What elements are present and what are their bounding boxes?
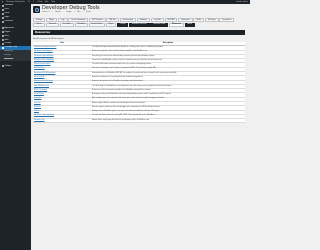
resources-table: Link Description WordPress Developer Res… xyxy=(33,42,245,124)
sidebar-item-label: Settings xyxy=(4,43,12,45)
tab-post-types[interactable]: Post Types xyxy=(204,18,219,22)
sidebar-subitem-label: Resources xyxy=(4,59,14,61)
code-icon xyxy=(1,46,4,49)
sidebar-collapse-menu[interactable]: Collapse xyxy=(0,64,31,68)
sidebar-collapse-label: Collapse xyxy=(4,65,12,67)
resource-link[interactable]: WordPress Trac xyxy=(33,118,91,124)
tab-functions-php[interactable]: Functions.php xyxy=(119,18,137,22)
tab-regex[interactable]: Regex xyxy=(105,22,117,27)
plugin-website-link[interactable]: Website xyxy=(55,12,61,13)
wrench-icon xyxy=(1,39,4,42)
tab-options[interactable]: Options xyxy=(33,22,45,27)
tab-plugins[interactable]: Plugins xyxy=(45,18,58,22)
tab-database[interactable]: Database xyxy=(136,18,150,22)
sidebar-item-label: Dashboard xyxy=(4,5,14,7)
plugin-version: Version 2.1 xyxy=(42,11,50,13)
tab-taxonomies[interactable]: Taxonomies xyxy=(219,18,235,22)
page-icon xyxy=(1,16,4,19)
pin-icon xyxy=(1,8,4,11)
table-row: WordPress Trac Browse tickets, report bug… xyxy=(33,118,245,124)
tab-rewrite-rules[interactable]: Rewrite Rules xyxy=(88,22,105,27)
tab-resources[interactable]: Resources xyxy=(169,22,184,27)
wordpress-logo-icon[interactable]: ◉ xyxy=(2,2,3,3)
tab-testing[interactable]: Testing xyxy=(117,22,129,27)
tab-wp-constants[interactable]: WP Constants xyxy=(89,18,106,22)
tab-cron-jobs[interactable]: Cron Jobs xyxy=(150,18,164,22)
plugin-meta-links: Version 2.1 | Website | Support | Rate |… xyxy=(42,11,91,13)
tab-settings[interactable]: Settings xyxy=(33,18,46,22)
tab-about[interactable]: About xyxy=(184,22,196,27)
plugin-icon xyxy=(1,31,4,34)
tab-php-info[interactable]: PHP Info xyxy=(106,18,119,22)
tab-transients[interactable]: Transients xyxy=(45,22,60,27)
admin-bar-edit[interactable]: Edit xyxy=(45,2,48,3)
admin-bar-new[interactable]: + New xyxy=(37,2,42,3)
tab-shortcodes[interactable]: Shortcodes xyxy=(178,18,193,22)
admin-bar-updates[interactable]: 12 xyxy=(28,2,30,3)
admin-sidebar: Dashboard Posts Media Pages Comments App… xyxy=(0,4,31,250)
resource-description: Browse tickets, report bugs and follow t… xyxy=(91,118,245,124)
tab-bar: Settings Plugins Logs Server Information… xyxy=(33,18,245,27)
dashboard-icon xyxy=(1,4,4,7)
tab-logs[interactable]: Logs xyxy=(58,18,68,22)
tab-available-hooks[interactable]: Available Hooks xyxy=(150,22,169,27)
sidebar-subitem-label: Debug Log xyxy=(4,51,13,53)
users-icon xyxy=(1,35,4,38)
section-title: Resources xyxy=(33,30,245,36)
sidebar-item-label: Media xyxy=(4,13,10,15)
sidebar-item-label: Developer Tools xyxy=(4,47,18,49)
plugin-logo xyxy=(33,6,40,13)
tab-server-information[interactable]: Server Information xyxy=(68,18,89,22)
tab-metadata[interactable]: Metadata xyxy=(74,22,88,27)
tab-hooks[interactable]: Hooks xyxy=(193,18,205,22)
debug-logo-icon xyxy=(34,7,39,12)
brush-icon xyxy=(1,27,4,30)
tab-available-functions[interactable]: Available Functions xyxy=(129,22,150,27)
admin-bar-help[interactable]: Help xyxy=(51,2,55,3)
admin-bar-comments[interactable]: 0 xyxy=(33,2,34,3)
sidebar-item-label: Plugins xyxy=(4,31,11,33)
sidebar-item-label: Posts xyxy=(4,9,9,11)
section-intro: Helpful resources for WP developers. xyxy=(33,37,65,40)
sidebar-item-label: Users xyxy=(4,35,9,37)
plugin-donate-link[interactable]: Donate xyxy=(86,12,91,13)
page-title: Developer Debug Tools xyxy=(42,5,100,12)
collapse-arrow-icon xyxy=(1,65,4,68)
comment-icon xyxy=(1,20,4,23)
sidebar-item-label: Tools xyxy=(4,39,9,41)
sidebar-subitem-label: Settings xyxy=(4,55,11,57)
sidebar-item-label: Appearance xyxy=(4,27,15,29)
tab-user-roles[interactable]: User Roles xyxy=(60,22,74,27)
tab-rest-api[interactable]: REST API xyxy=(164,18,178,22)
admin-bar-account[interactable]: Howdy, admin xyxy=(237,2,250,3)
sidebar-item-label: Comments xyxy=(4,21,14,22)
media-icon xyxy=(1,12,4,15)
admin-bar-site-name[interactable]: Developer Debug Tools xyxy=(6,2,24,3)
main-content: Developer Debug Tools Version 2.1 | Webs… xyxy=(33,4,248,250)
page-header: Developer Debug Tools Version 2.1 | Webs… xyxy=(33,4,248,15)
plugin-support-link[interactable]: Support xyxy=(66,12,72,13)
sidebar-item-label: Pages xyxy=(4,17,10,19)
settings-icon xyxy=(1,42,4,45)
plugin-rate-link[interactable]: Rate xyxy=(77,12,80,13)
